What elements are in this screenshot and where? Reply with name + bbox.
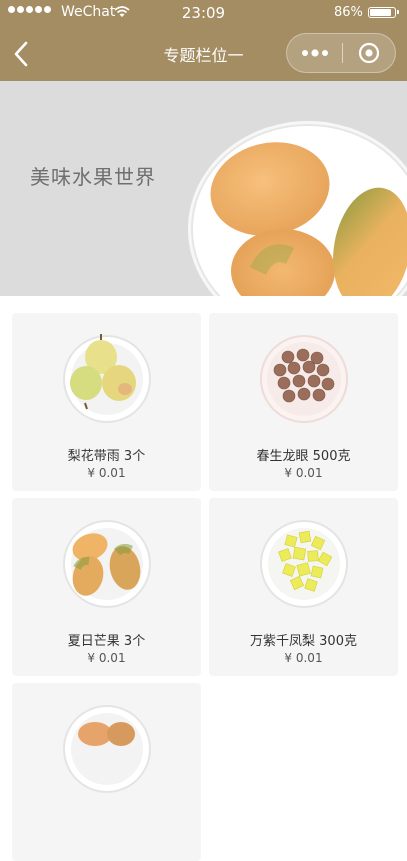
- close-mini-program-button[interactable]: [351, 38, 387, 68]
- top-bar: WeChat 23:09 86% 专题栏位一: [0, 0, 407, 81]
- mango-plate-icon: [63, 520, 151, 608]
- product-name: 万紫千凤梨 300克: [250, 634, 357, 649]
- more-button[interactable]: [295, 38, 335, 68]
- mango-plate-icon: [63, 705, 151, 793]
- product-price: ¥ 0.01: [284, 651, 323, 665]
- pineapple-plate-icon: [260, 520, 348, 608]
- pear-plate-icon: [63, 334, 151, 423]
- product-card[interactable]: 梨花带雨 3个 ¥ 0.01: [12, 313, 201, 491]
- product-card[interactable]: [12, 683, 201, 861]
- mini-program-capsule: [286, 33, 396, 73]
- mango-plate-banner-image: [188, 121, 407, 296]
- capsule-divider: [342, 43, 343, 63]
- battery-icon: [368, 7, 399, 18]
- product-price: ¥ 0.01: [284, 466, 323, 480]
- status-bar: WeChat 23:09 86%: [0, 0, 407, 26]
- target-close-icon: [358, 42, 380, 64]
- product-name: 春生龙眼 500克: [256, 449, 351, 464]
- product-grid: 梨花带雨 3个 ¥ 0.01 春生龙眼 500克 ¥ 0.01 夏日芒果 3个 …: [0, 296, 407, 861]
- longan-plate-icon: [260, 335, 348, 423]
- banner[interactable]: 美味水果世界: [0, 81, 407, 296]
- product-card[interactable]: 春生龙眼 500克 ¥ 0.01: [209, 313, 398, 491]
- product-name: 梨花带雨 3个: [67, 449, 146, 464]
- product-price: ¥ 0.01: [87, 466, 126, 480]
- product-card[interactable]: 夏日芒果 3个 ¥ 0.01: [12, 498, 201, 676]
- product-name: 夏日芒果 3个: [67, 634, 146, 649]
- product-card[interactable]: 万紫千凤梨 300克 ¥ 0.01: [209, 498, 398, 676]
- more-dots-icon: [302, 49, 328, 57]
- product-price: ¥ 0.01: [87, 651, 126, 665]
- battery-percent: 86%: [334, 5, 363, 20]
